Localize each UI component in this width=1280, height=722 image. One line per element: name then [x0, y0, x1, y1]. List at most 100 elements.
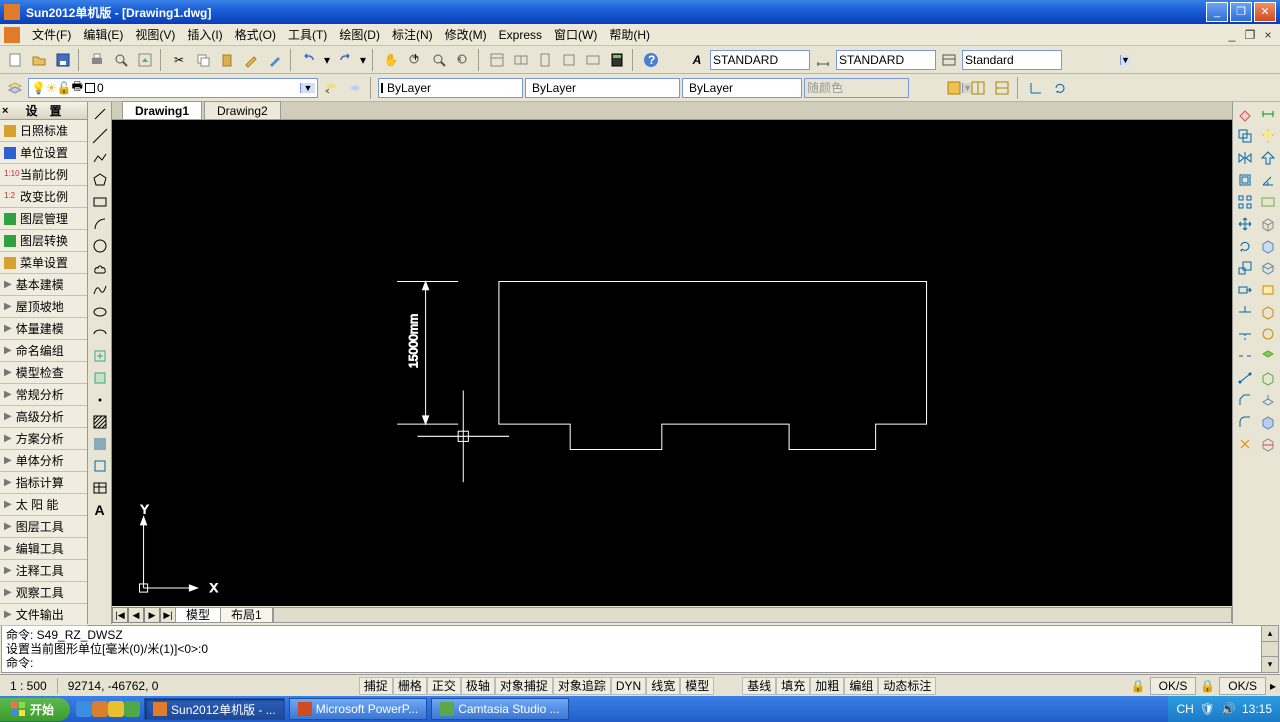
print-icon[interactable] — [86, 49, 108, 71]
stretch-icon[interactable] — [1235, 280, 1255, 300]
viewport2-icon[interactable] — [967, 77, 989, 99]
quicklaunch-icon[interactable] — [124, 701, 140, 717]
dimstyle-combo[interactable]: ▼ — [836, 50, 936, 70]
status-toggle[interactable]: 对象捕捉 — [495, 677, 553, 695]
textstyle-combo[interactable]: ▼ — [710, 50, 810, 70]
tablestyle-icon[interactable] — [938, 49, 960, 71]
point-icon[interactable] — [90, 390, 110, 410]
gradient-icon[interactable] — [90, 434, 110, 454]
fillet-icon[interactable] — [1235, 412, 1255, 432]
status-toggle[interactable]: 捕捉 — [359, 677, 393, 695]
status-toggle[interactable]: 填充 — [776, 677, 810, 695]
face-icon[interactable] — [1258, 280, 1278, 300]
sidebar-item-12[interactable]: ▶常规分析 — [0, 384, 87, 406]
menu-file[interactable]: 文件(F) — [26, 24, 77, 45]
trim-icon[interactable] — [1235, 302, 1255, 322]
lineweight-combo[interactable]: ▼ — [525, 78, 680, 98]
chamfer-icon[interactable] — [1235, 390, 1255, 410]
tablestyle-combo[interactable]: ▼ — [962, 50, 1062, 70]
copy-obj-icon[interactable] — [1235, 126, 1255, 146]
break-icon[interactable] — [1235, 346, 1255, 366]
menu-window[interactable]: 窗口(W) — [548, 24, 603, 45]
mdi-close-button[interactable]: × — [1260, 28, 1276, 42]
close-button[interactable]: ✕ — [1254, 2, 1276, 22]
dimstyle-icon[interactable] — [812, 49, 834, 71]
insert-icon[interactable] — [90, 346, 110, 366]
tablestyle-input[interactable] — [965, 53, 1120, 67]
redo-dropdown-icon[interactable]: ▾ — [358, 49, 368, 71]
sidebar-item-6[interactable]: 菜单设置 — [0, 252, 87, 274]
lock-icon[interactable]: 🔒 — [1200, 679, 1215, 693]
sidebar-item-13[interactable]: ▶高级分析 — [0, 406, 87, 428]
preview-icon[interactable] — [110, 49, 132, 71]
markup-icon[interactable] — [582, 49, 604, 71]
drawing-canvas[interactable]: 15000mm Y X — [112, 120, 1232, 606]
menu-view[interactable]: 视图(V) — [129, 24, 181, 45]
menu-help[interactable]: 帮助(H) — [603, 24, 656, 45]
sidebar-item-10[interactable]: ▶命名编组 — [0, 340, 87, 362]
minimize-button[interactable]: _ — [1206, 2, 1228, 22]
menu-modify[interactable]: 修改(M) — [439, 24, 493, 45]
status-toggle[interactable]: 模型 — [680, 677, 714, 695]
polygon-icon[interactable] — [90, 170, 110, 190]
menu-insert[interactable]: 插入(I) — [181, 24, 228, 45]
designcenter-icon[interactable] — [510, 49, 532, 71]
leader-icon[interactable] — [1258, 192, 1278, 212]
tab-model[interactable]: 模型 — [175, 607, 221, 623]
quicklaunch-icon[interactable] — [76, 701, 92, 717]
status-toggle[interactable]: 编组 — [844, 677, 878, 695]
region-icon[interactable] — [90, 456, 110, 476]
sidebar-item-18[interactable]: ▶图层工具 — [0, 516, 87, 538]
sidebar-item-5[interactable]: 图层转换 — [0, 230, 87, 252]
array-icon[interactable] — [1235, 192, 1255, 212]
sidebar-item-1[interactable]: 单位设置 — [0, 142, 87, 164]
redo-icon[interactable] — [334, 49, 356, 71]
menu-tools[interactable]: 工具(T) — [282, 24, 333, 45]
extend-icon[interactable] — [1235, 324, 1255, 344]
sidebar-item-2[interactable]: 1:10当前比例 — [0, 164, 87, 186]
status-toggle[interactable]: 加粗 — [810, 677, 844, 695]
cut-icon[interactable]: ✂ — [168, 49, 190, 71]
dist-icon[interactable] — [1258, 104, 1278, 124]
taskbar-app[interactable]: Camtasia Studio ... — [431, 698, 568, 720]
tab-last-icon[interactable]: ▶| — [160, 607, 176, 623]
sidebar-item-21[interactable]: ▶观察工具 — [0, 582, 87, 604]
slice-icon[interactable] — [1258, 434, 1278, 454]
building-outline[interactable] — [499, 282, 927, 450]
matchprop-icon[interactable] — [240, 49, 262, 71]
textstyle-icon[interactable]: A — [686, 49, 708, 71]
linetype-combo[interactable]: ▼ — [378, 78, 523, 98]
hscroll-track[interactable] — [273, 607, 1232, 623]
tab-prev-icon[interactable]: ◀ — [128, 607, 144, 623]
layer-name-input[interactable] — [97, 81, 300, 95]
sidebar-item-20[interactable]: ▶注释工具 — [0, 560, 87, 582]
hatch-icon[interactable] — [90, 412, 110, 432]
save-icon[interactable] — [52, 49, 74, 71]
tray-icon[interactable]: 🔊 — [1221, 702, 1236, 716]
tab-layout1[interactable]: 布局1 — [220, 607, 273, 623]
status-ok2[interactable]: OK/S — [1219, 677, 1266, 695]
status-ok1[interactable]: OK/S — [1150, 677, 1197, 695]
status-toggle[interactable]: 正交 — [427, 677, 461, 695]
line-icon[interactable] — [90, 104, 110, 124]
sidebar-item-16[interactable]: ▶指标计算 — [0, 472, 87, 494]
status-toggle[interactable]: 栅格 — [393, 677, 427, 695]
zoom-prev-icon[interactable] — [452, 49, 474, 71]
pline-icon[interactable] — [90, 148, 110, 168]
taskbar-app[interactable]: Microsoft PowerP... — [289, 698, 427, 720]
xline-icon[interactable] — [90, 126, 110, 146]
ellipse-icon[interactable] — [90, 302, 110, 322]
status-toggle[interactable]: 基线 — [742, 677, 776, 695]
layer-combo[interactable]: 💡 ☀ 🔓 🖶 ▼ — [28, 78, 318, 98]
tray-icon[interactable]: 🛡 — [1200, 702, 1215, 716]
quicklaunch-icon[interactable] — [108, 701, 124, 717]
lock-icon[interactable]: 🔒 — [1131, 679, 1146, 693]
scale-icon[interactable] — [1235, 258, 1255, 278]
erase-icon[interactable] — [1235, 104, 1255, 124]
sidebar-item-4[interactable]: 图层管理 — [0, 208, 87, 230]
publish-icon[interactable] — [134, 49, 156, 71]
status-toggle[interactable]: 对象追踪 — [553, 677, 611, 695]
sidebar-item-15[interactable]: ▶单体分析 — [0, 450, 87, 472]
status-toggle[interactable]: 极轴 — [461, 677, 495, 695]
rotate-icon[interactable] — [1235, 236, 1255, 256]
